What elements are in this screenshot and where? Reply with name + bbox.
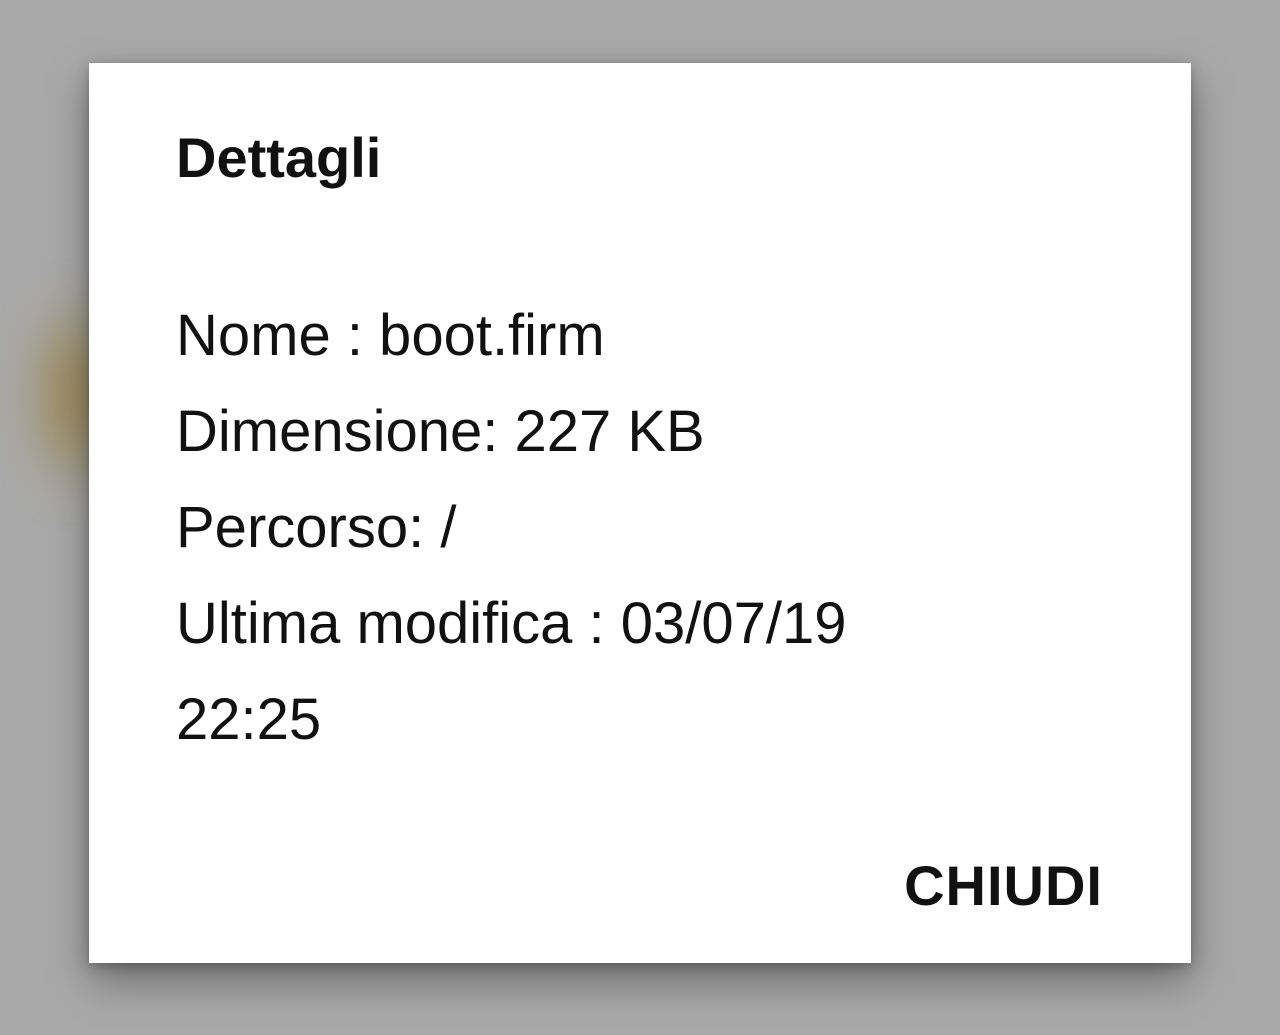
details-list: Nome : boot.firm Dimensione: 227 KB Perc… <box>176 288 1076 768</box>
dialog-title: Dettagli <box>176 126 382 189</box>
detail-size: Dimensione: 227 KB <box>176 399 705 464</box>
detail-path: Percorso: / <box>176 495 457 560</box>
detail-modified-date: Ultima modifica : 03/07/19 <box>176 591 847 656</box>
detail-name: Nome : boot.firm <box>176 303 605 368</box>
details-dialog: Dettagli Nome : boot.firm Dimensione: 22… <box>89 63 1191 963</box>
close-button[interactable]: CHIUDI <box>904 853 1103 919</box>
detail-modified-time: 22:25 <box>176 687 322 752</box>
